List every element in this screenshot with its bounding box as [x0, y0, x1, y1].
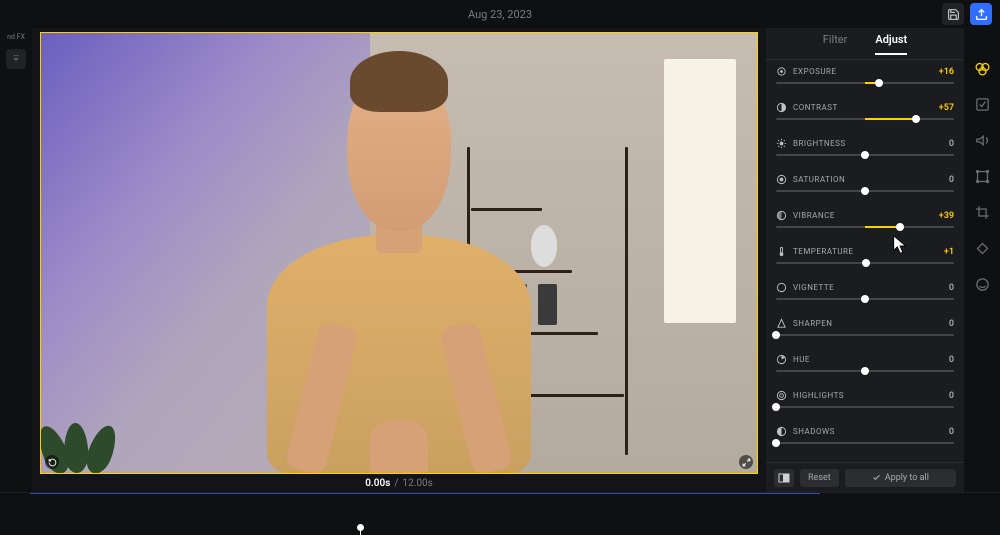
video-frame	[41, 33, 757, 473]
time-current: 0.00s	[365, 478, 390, 489]
tool-rail	[964, 28, 1000, 492]
brightness-icon	[776, 138, 787, 149]
slider-value: 0	[949, 139, 954, 149]
slider-track[interactable]	[776, 82, 954, 84]
slider-track[interactable]	[776, 226, 954, 228]
left-gutter: nd FX	[0, 28, 32, 492]
slider-value: 0	[949, 283, 954, 293]
slider-list: EXPOSURE +16 CONTRAST +57 BRIGHTNESS 0 S…	[766, 60, 964, 462]
slider-vibrance[interactable]: VIBRANCE +39	[776, 210, 954, 236]
compare-toggle[interactable]	[774, 469, 794, 487]
slider-label: SHADOWS	[793, 427, 835, 436]
viewport-reset-icon[interactable]	[45, 455, 59, 469]
slider-track[interactable]	[776, 442, 954, 444]
slider-value: 0	[949, 175, 954, 185]
audio-icon[interactable]	[972, 130, 992, 150]
vibrance-icon	[776, 210, 787, 221]
slider-shadows[interactable]: SHADOWS 0	[776, 426, 954, 452]
slider-temperature[interactable]: TEMPERATURE +1	[776, 246, 954, 272]
slider-label: CONTRAST	[793, 103, 838, 112]
effects-icon[interactable]	[972, 94, 992, 114]
slider-hue[interactable]: HUE 0	[776, 354, 954, 380]
slider-exposure[interactable]: EXPOSURE +16	[776, 66, 954, 92]
hue-icon	[776, 354, 787, 365]
sound-fx-label: nd FX	[7, 34, 25, 41]
slider-track[interactable]	[776, 406, 954, 408]
slider-track[interactable]	[776, 262, 954, 264]
adjust-panel: Filter Adjust EXPOSURE +16 CONTRAST +57 …	[766, 28, 964, 492]
slider-value: +1	[944, 247, 954, 257]
mask-icon[interactable]	[972, 274, 992, 294]
timeline-strip[interactable]	[0, 492, 1000, 520]
slider-value: +57	[939, 103, 954, 113]
slider-track[interactable]	[776, 370, 954, 372]
slider-label: SATURATION	[793, 175, 845, 184]
viewport-fullscreen-icon[interactable]	[739, 455, 753, 469]
color-wheels-icon[interactable]	[972, 58, 992, 78]
slider-value: 0	[949, 319, 954, 329]
slider-sharpen[interactable]: SHARPEN 0	[776, 318, 954, 344]
reset-button[interactable]: Reset	[800, 469, 839, 487]
slider-saturation[interactable]: SATURATION 0	[776, 174, 954, 200]
sharpen-icon	[776, 318, 787, 329]
tab-filter[interactable]: Filter	[823, 33, 848, 54]
slider-track[interactable]	[776, 154, 954, 156]
time-display: 0.00s / 12.00s	[32, 474, 766, 492]
top-bar: Aug 23, 2023	[0, 0, 1000, 28]
slider-label: HIGHLIGHTS	[793, 391, 844, 400]
slider-label: TEMPERATURE	[793, 247, 853, 256]
slider-highlights[interactable]: HIGHLIGHTS 0	[776, 390, 954, 416]
slider-track[interactable]	[776, 190, 954, 192]
panel-footer: Reset Apply to all	[766, 462, 964, 492]
transform-icon[interactable]	[972, 166, 992, 186]
slider-value: 0	[949, 355, 954, 365]
export-button[interactable]	[970, 3, 992, 25]
exposure-icon	[776, 66, 787, 77]
apply-to-all-button[interactable]: Apply to all	[845, 469, 956, 487]
panel-tabs: Filter Adjust	[766, 28, 964, 60]
slider-vignette[interactable]: VIGNETTE 0	[776, 282, 954, 308]
gutter-dropdown[interactable]	[6, 49, 26, 69]
slider-label: VIBRANCE	[793, 211, 835, 220]
slider-value: 0	[949, 391, 954, 401]
slider-track[interactable]	[776, 298, 954, 300]
save-button[interactable]	[942, 3, 964, 25]
keyframe-icon[interactable]	[972, 238, 992, 258]
slider-value: 0	[949, 427, 954, 437]
slider-label: EXPOSURE	[793, 67, 837, 76]
preview-viewport[interactable]	[40, 32, 758, 474]
playhead[interactable]	[360, 528, 361, 535]
transport-bar: ♪ − +	[0, 520, 1000, 535]
saturation-icon	[776, 174, 787, 185]
slider-value: +39	[939, 211, 954, 221]
shadows-icon	[776, 426, 787, 437]
slider-track[interactable]	[776, 334, 954, 336]
slider-value: +16	[939, 67, 954, 77]
canvas-area: 0.00s / 12.00s	[32, 28, 766, 492]
slider-track[interactable]	[776, 118, 954, 120]
crop-icon[interactable]	[972, 202, 992, 222]
highlights-icon	[776, 390, 787, 401]
vignette-icon	[776, 282, 787, 293]
time-total: 12.00s	[402, 478, 432, 489]
slider-contrast[interactable]: CONTRAST +57	[776, 102, 954, 128]
slider-label: VIGNETTE	[793, 283, 834, 292]
contrast-icon	[776, 102, 787, 113]
slider-brightness[interactable]: BRIGHTNESS 0	[776, 138, 954, 164]
slider-label: HUE	[793, 355, 810, 364]
slider-label: SHARPEN	[793, 319, 832, 328]
tab-adjust[interactable]: Adjust	[875, 33, 907, 54]
temperature-icon	[776, 246, 787, 257]
slider-label: BRIGHTNESS	[793, 139, 846, 148]
project-date: Aug 23, 2023	[468, 8, 532, 21]
